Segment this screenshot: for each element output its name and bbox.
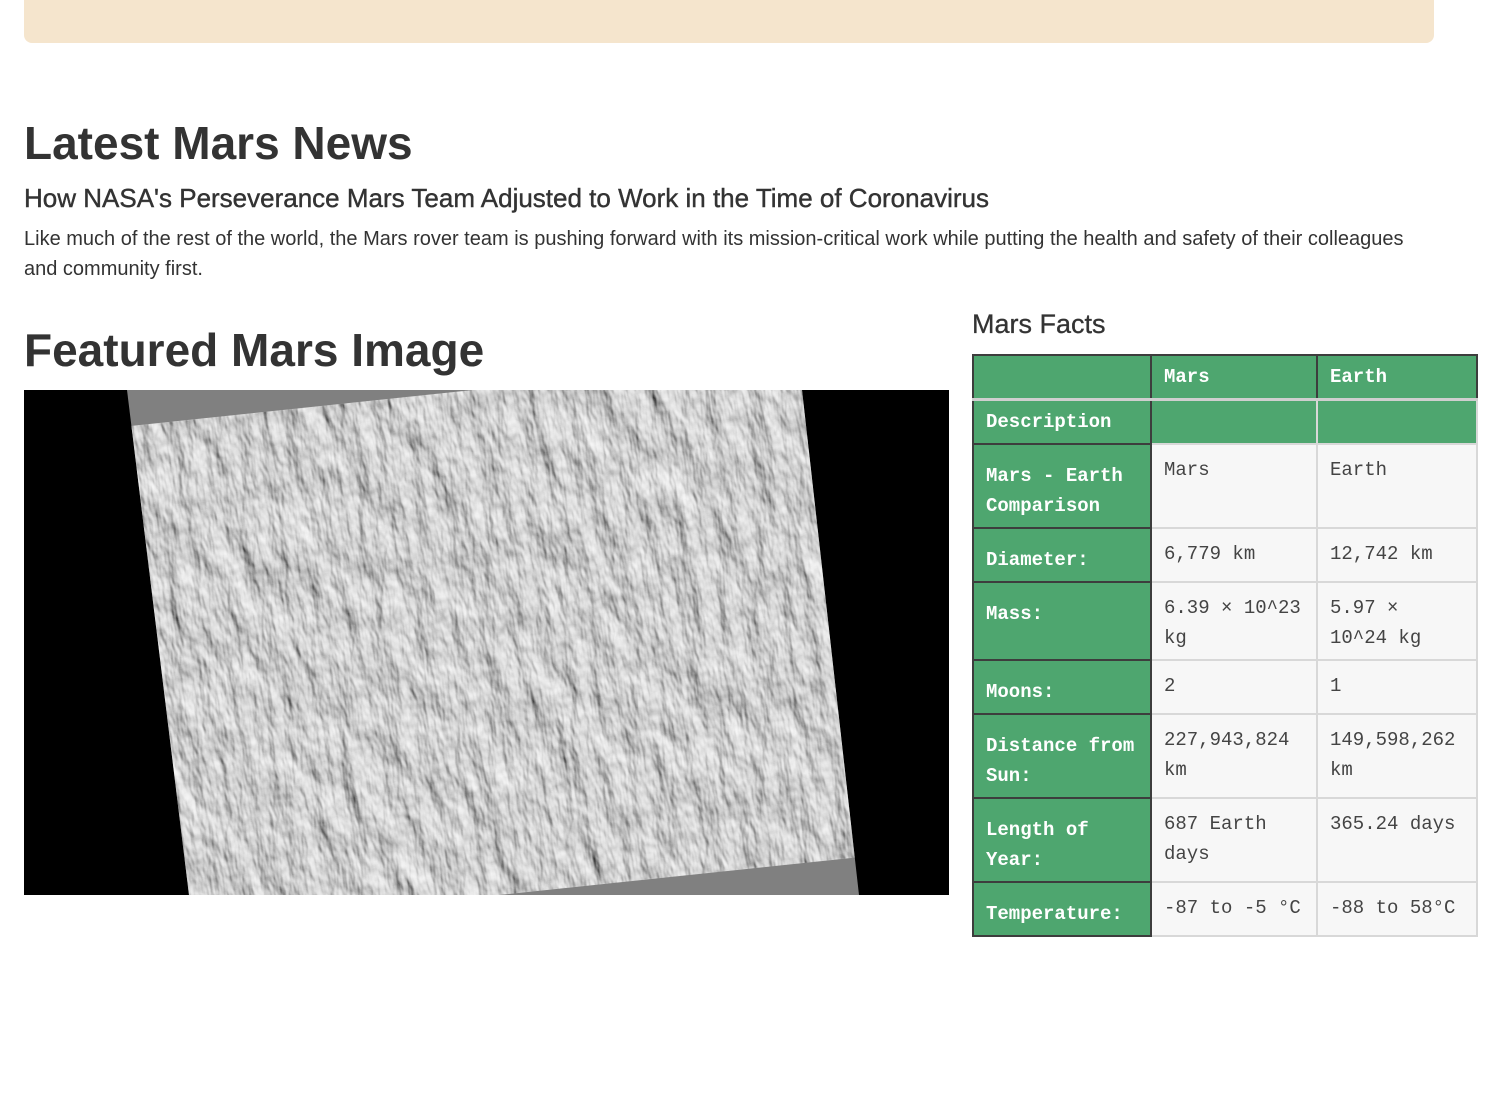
row-label: Moons:	[972, 659, 1152, 715]
facts-heading: Mars Facts	[972, 309, 1106, 339]
mars-value: 2	[1150, 659, 1318, 715]
row-label: Diameter:	[972, 527, 1152, 583]
mars-value: 6,779 km	[1150, 527, 1318, 583]
news-heading: Latest Mars News	[24, 117, 413, 169]
empty-cell	[1150, 398, 1318, 445]
featured-mars-image[interactable]	[24, 390, 949, 895]
mars-value: Mars	[1150, 443, 1318, 529]
row-label: Length of Year:	[972, 797, 1152, 883]
mars-value: -87 to -5 °C	[1150, 881, 1318, 937]
earth-value: Earth	[1316, 443, 1478, 529]
table-row: Distance from Sun: 227,943,824 km 149,59…	[972, 713, 1478, 799]
table-row: Temperature: -87 to -5 °C -88 to 58°C	[972, 881, 1478, 937]
header-cell-earth: Earth	[1316, 354, 1478, 401]
facts-table: Mars Earth Description Mars - Earth Comp…	[972, 354, 1478, 937]
top-banner	[24, 0, 1434, 43]
earth-value: 12,742 km	[1316, 527, 1478, 583]
row-label: Temperature:	[972, 881, 1152, 937]
news-teaser: Like much of the rest of the world, the …	[24, 228, 1404, 280]
table-row: Description	[972, 398, 1478, 445]
table-row: Length of Year: 687 Earth days 365.24 da…	[972, 797, 1478, 883]
table-row: Moons: 2 1	[972, 659, 1478, 715]
earth-value: -88 to 58°C	[1316, 881, 1478, 937]
table-header-row: Mars Earth	[972, 354, 1478, 401]
earth-value: 149,598,262 km	[1316, 713, 1478, 799]
header-cell-blank	[972, 354, 1152, 401]
mars-value: 6.39 × 10^23 kg	[1150, 581, 1318, 661]
mars-facts-section: Mars Facts Mars Earth Description Mars -…	[972, 306, 1478, 937]
news-title: How NASA's Perseverance Mars Team Adjust…	[24, 183, 989, 213]
mars-value: 687 Earth days	[1150, 797, 1318, 883]
row-label: Mass:	[972, 581, 1152, 661]
table-row: Diameter: 6,779 km 12,742 km	[972, 527, 1478, 583]
earth-value: 365.24 days	[1316, 797, 1478, 883]
table-row: Mars - Earth Comparison Mars Earth	[972, 443, 1478, 529]
mars-value: 227,943,824 km	[1150, 713, 1318, 799]
empty-cell	[1316, 398, 1478, 445]
featured-image-heading: Featured Mars Image	[24, 324, 485, 376]
row-label-description: Description	[972, 398, 1152, 445]
earth-value: 5.97 × 10^24 kg	[1316, 581, 1478, 661]
table-row: Mass: 6.39 × 10^23 kg 5.97 × 10^24 kg	[972, 581, 1478, 661]
earth-value: 1	[1316, 659, 1478, 715]
header-cell-mars: Mars	[1150, 354, 1318, 401]
mars-dunes-picture	[24, 390, 949, 895]
news-section: Latest Mars News How NASA's Perseverance…	[24, 116, 1444, 284]
featured-image-section: Featured Mars Image	[24, 322, 949, 895]
row-label: Mars - Earth Comparison	[972, 443, 1152, 529]
row-label: Distance from Sun:	[972, 713, 1152, 799]
